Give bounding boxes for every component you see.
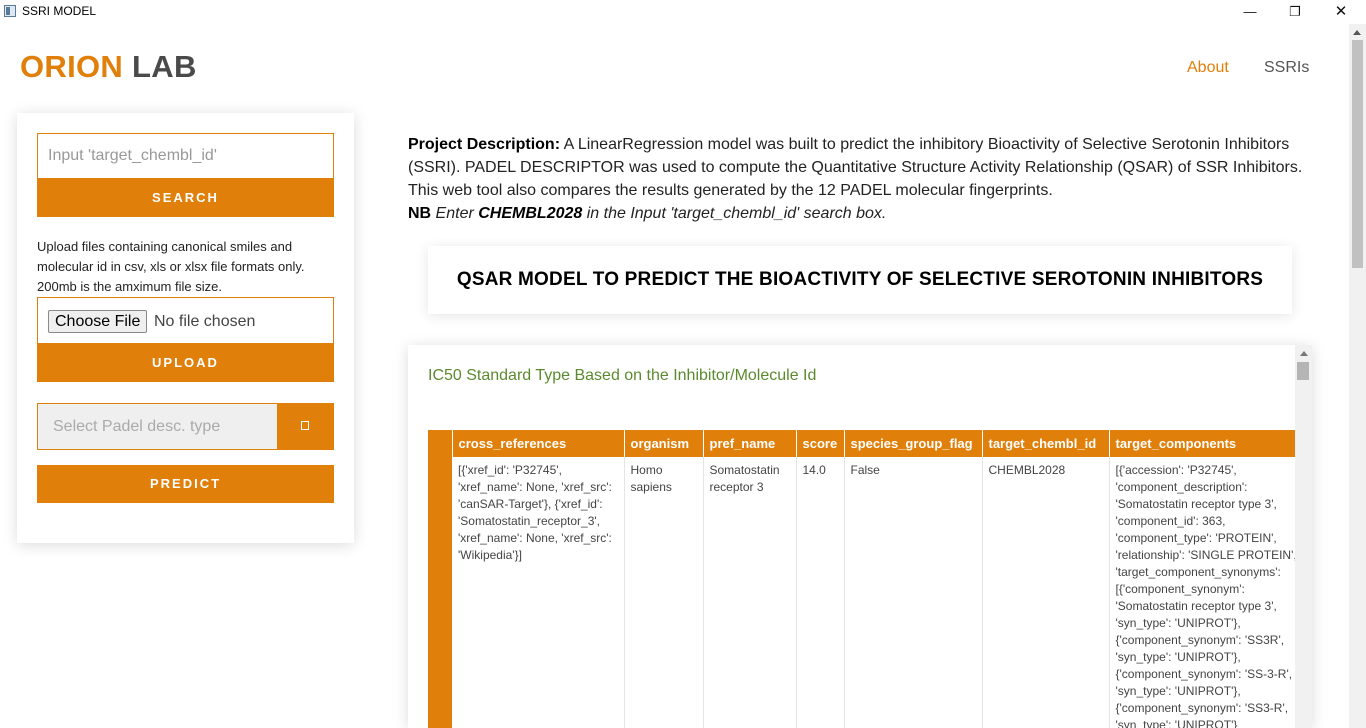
row-index-cell [428, 457, 452, 728]
square-icon [301, 421, 309, 430]
title-bar: SSRI MODEL — ❐ ✕ [0, 0, 1366, 24]
upload-instructions: Upload files containing canonical smiles… [37, 239, 305, 294]
table-title: IC50 Standard Type Based on the Inhibito… [428, 367, 817, 384]
app-icon [4, 5, 16, 17]
column-header[interactable]: target_chembl_id [982, 430, 1110, 457]
nav-ssris-link[interactable]: SSRIs [1264, 59, 1309, 77]
table-scrollbar-thumb[interactable] [1297, 362, 1309, 380]
table-row: [{'xref_id': 'P32745', 'xref_name': None… [428, 457, 1295, 728]
column-header[interactable]: species_group_flag [844, 430, 983, 457]
sidebar-panel: SEARCH Upload files containing canonical… [17, 113, 354, 543]
select-dropdown-button[interactable] [278, 403, 334, 450]
logo-orion: ORION [20, 49, 124, 84]
padel-desc-select[interactable]: Select Padel desc. type [37, 403, 278, 450]
description-label: Project Description: [408, 136, 561, 153]
table-header-row: cross_references organism pref_name scor… [428, 430, 1295, 457]
scrollbar-thumb[interactable] [1352, 40, 1363, 268]
project-description: Project Description: A LinearRegression … [408, 133, 1318, 225]
predict-button[interactable]: PREDICT [37, 465, 334, 503]
file-input[interactable]: Choose File No file chosen [37, 297, 334, 344]
no-file-label: No file chosen [154, 313, 256, 330]
page-heading: QSAR MODEL TO PREDICT THE BIOACTIVITY OF… [456, 269, 1264, 290]
minimize-button[interactable]: — [1238, 2, 1262, 22]
table-cell: Somatostatin receptor 3 [703, 457, 797, 728]
table-cell: Homo sapiens [624, 457, 704, 728]
nb-post: in the Input 'target_chembl_id' search b… [582, 205, 887, 222]
table-scrollbar[interactable] [1295, 345, 1312, 728]
logo-lab: LAB [132, 49, 197, 84]
column-header-index[interactable] [428, 430, 453, 457]
scroll-up-arrow-icon[interactable] [1353, 30, 1361, 35]
nav-about-link[interactable]: About [1187, 59, 1229, 77]
table-cell: CHEMBL2028 [982, 457, 1110, 728]
nb-pre: Enter [431, 205, 479, 222]
nb-label: NB [408, 205, 432, 222]
table-scroll-up-arrow-icon[interactable] [1300, 351, 1308, 356]
close-button[interactable]: ✕ [1329, 2, 1353, 22]
page-scrollbar[interactable] [1349, 24, 1366, 728]
column-header[interactable]: target_components [1109, 430, 1295, 457]
upload-button[interactable]: UPLOAD [37, 344, 334, 382]
nb-chembl-id: CHEMBL2028 [478, 205, 583, 222]
table-viewport[interactable]: cross_references organism pref_name scor… [428, 430, 1295, 728]
table-cell: [{'accession': 'P32745', 'component_desc… [1109, 457, 1295, 728]
search-input[interactable] [37, 133, 334, 179]
table-cell: [{'xref_id': 'P32745', 'xref_name': None… [452, 457, 625, 728]
column-header[interactable]: organism [624, 430, 704, 457]
search-button[interactable]: SEARCH [37, 179, 334, 217]
column-header[interactable]: pref_name [703, 430, 797, 457]
column-header[interactable]: cross_references [452, 430, 625, 457]
results-card: IC50 Standard Type Based on the Inhibito… [408, 345, 1312, 728]
table-cell: False [844, 457, 983, 728]
results-table: cross_references organism pref_name scor… [428, 430, 1295, 728]
logo[interactable]: ORION LAB [20, 49, 197, 85]
window-title: SSRI MODEL [22, 4, 97, 18]
choose-file-button[interactable]: Choose File [48, 310, 148, 333]
table-cell: 14.0 [796, 457, 845, 728]
column-header[interactable]: score [796, 430, 845, 457]
heading-card: QSAR MODEL TO PREDICT THE BIOACTIVITY OF… [428, 246, 1292, 314]
restore-button[interactable]: ❐ [1283, 2, 1307, 22]
